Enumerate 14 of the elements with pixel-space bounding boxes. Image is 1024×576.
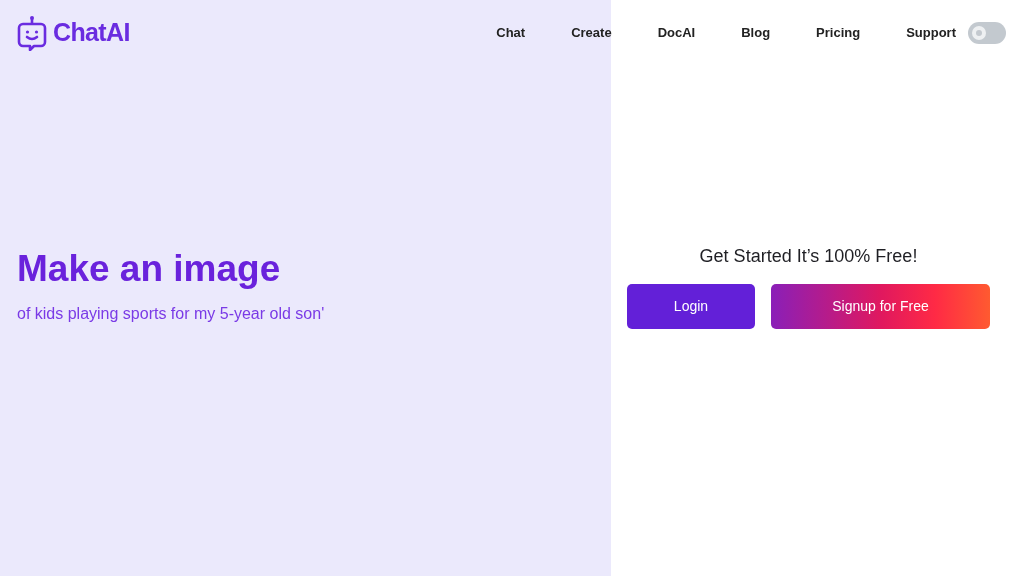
signup-heading: Get Started It’s 100% Free! (698, 245, 919, 268)
login-button[interactable]: Login (627, 284, 755, 329)
logo-text[interactable]: ChatAI (53, 14, 130, 52)
robot-logo-icon (17, 15, 47, 51)
nav-link[interactable]: Chat (496, 23, 526, 43)
nav-link[interactable]: Pricing (816, 23, 861, 43)
nav-link[interactable]: DocAI (657, 23, 696, 43)
nav-link[interactable]: Support (906, 23, 956, 43)
nav-link[interactable]: Blog (741, 23, 771, 43)
hero-title: Make an image (17, 246, 282, 291)
theme-toggle[interactable] (968, 22, 1006, 44)
hero-subtitle: of kids playing sports for my 5-year old son' (17, 304, 326, 325)
signup-button[interactable]: Signup for Free (771, 284, 990, 329)
nav-link[interactable]: Create (571, 23, 612, 43)
